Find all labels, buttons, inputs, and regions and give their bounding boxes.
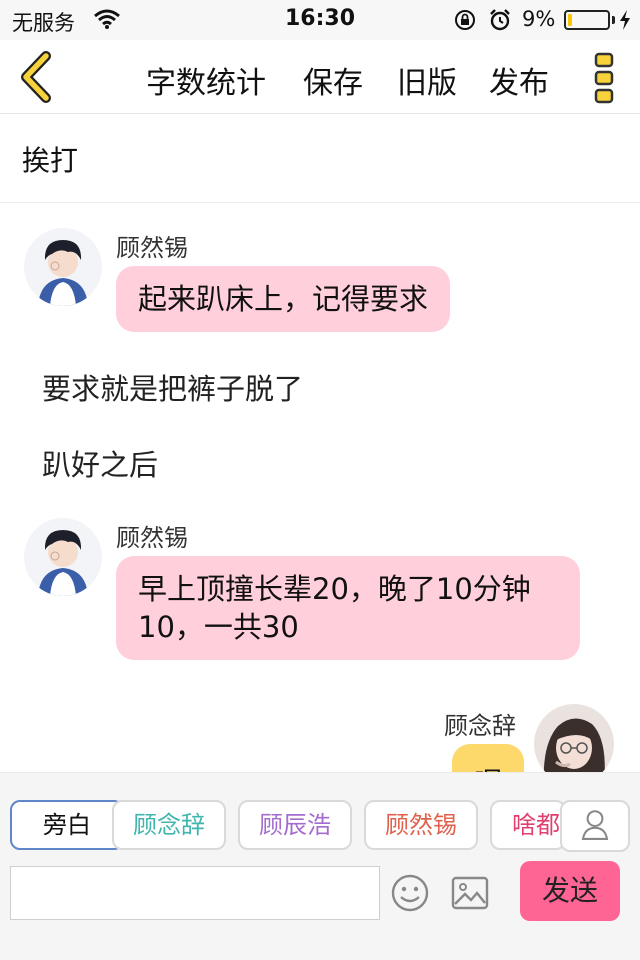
old-version-button[interactable]: 旧版 [397,58,457,102]
role-label: 顾辰浩 [259,811,331,839]
word-count-button[interactable]: 字数统计 [146,58,266,102]
alarm-icon [490,9,510,31]
role-button-gu-nianci[interactable]: 顾念辞 [112,800,226,850]
role-button-gu-ranxi[interactable]: 顾然锡 [364,800,478,850]
avatar-gu-nianci[interactable] [534,704,614,772]
nav-bar: 字数统计 保存 旧版 发布 [0,40,640,114]
boy-avatar-icon [24,518,102,596]
narration-text[interactable]: 趴好之后 [42,442,158,484]
message-input[interactable] [10,866,380,920]
role-label: 旁白 [43,811,91,839]
save-button[interactable]: 保存 [303,58,363,102]
girl-avatar-icon [534,704,614,772]
message-text: 嗯 [474,760,503,772]
message-bubble[interactable]: 起来趴床上，记得要求 [116,266,451,332]
avatar-gu-ranxi[interactable] [24,228,102,306]
boy-avatar-icon [24,228,102,306]
role-button-gu-chenhao[interactable]: 顾辰浩 [238,800,352,850]
sender-name: 顾然锡 [116,234,188,262]
role-button-shadu[interactable]: 啥都 [490,800,566,850]
chapter-title-row[interactable]: 挨打 [0,115,640,203]
narration-text[interactable]: 要求就是把裤子脱了 [42,366,303,408]
message-bubble-own[interactable]: 嗯 [452,744,524,772]
battery-level [568,14,572,26]
chat-area[interactable]: 顾然锡 起来趴床上，记得要求 要求就是把裤子脱了 趴好之后 顾然锡 早上顶撞长辈… [0,204,640,772]
battery-icon [564,10,610,30]
role-label: 顾念辞 [133,811,205,839]
role-label: 顾然锡 [385,811,457,839]
role-label: 啥都 [512,811,560,839]
profile-button[interactable] [560,800,630,852]
profile-icon [581,810,609,840]
back-chevron-icon[interactable] [16,50,60,104]
battery-nub [612,16,615,24]
message-bubble[interactable]: 早上顶撞长辈20，晚了10分钟10，一共30 [116,556,580,660]
charging-bolt-icon [620,10,630,30]
sender-name: 顾念辞 [444,712,516,740]
image-icon[interactable] [450,875,490,911]
composer-panel: 旁白 顾念辞 顾辰浩 顾然锡 啥都 发送 [0,772,640,960]
sender-name: 顾然锡 [116,524,188,552]
status-bar: 无服务 16:30 9% [0,0,640,40]
publish-button[interactable]: 发布 [489,58,549,102]
emoji-icon[interactable] [390,873,430,913]
chapter-title[interactable]: 挨打 [22,139,78,179]
orientation-lock-icon [455,10,475,30]
more-vertical-icon[interactable] [594,52,616,106]
role-button-narrator[interactable]: 旁白 [10,800,124,850]
avatar-gu-ranxi[interactable] [24,518,102,596]
send-button[interactable]: 发送 [520,861,620,921]
battery-percent: 9% [522,7,556,31]
